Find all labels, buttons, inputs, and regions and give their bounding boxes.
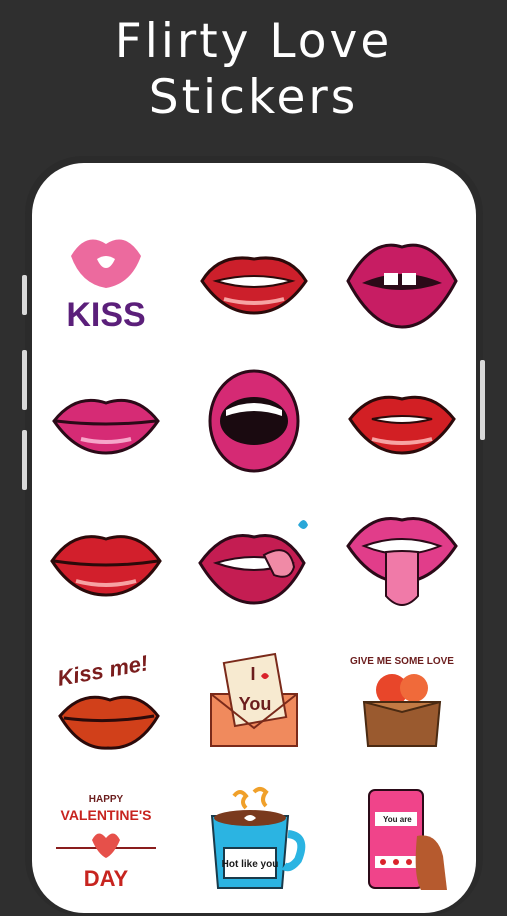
sticker-red-lips-bite[interactable]	[328, 351, 476, 491]
sticker-red-lips-closed[interactable]	[32, 491, 180, 631]
sticker-give-me-some-love[interactable]: GIVE ME SOME LOVE	[328, 631, 476, 771]
red-lips-icon	[348, 395, 456, 455]
sticker-you-are-phone[interactable]: You are	[328, 771, 476, 911]
title-line-2: Stickers	[148, 70, 359, 125]
kiss-me-icon: Kiss me!	[55, 650, 160, 750]
tongue-out-icon	[346, 517, 458, 606]
valentines-text-bottom: DAY	[84, 866, 129, 891]
title-line-1: Flirty Love	[114, 14, 393, 69]
phone-power-button	[480, 360, 485, 440]
gift-box-icon: GIVE ME SOME LOVE	[350, 656, 454, 747]
sticker-grid: KISS Kiss me! I You GIVE ME SOME LOVE HA…	[32, 163, 476, 913]
phone-message-text: You are	[383, 815, 412, 824]
red-lips-icon	[50, 535, 162, 597]
sticker-pink-lips-closed[interactable]	[32, 351, 180, 491]
red-lips-icon	[200, 256, 308, 315]
sticker-hot-like-you[interactable]: Hot like you	[180, 771, 328, 911]
sticker-red-lips-smile[interactable]	[180, 211, 328, 351]
phone-side-button	[22, 430, 27, 490]
kiss-me-text: Kiss me!	[55, 650, 150, 691]
valentines-icon: HAPPY VALENTINE'S DAY	[56, 794, 156, 891]
sticker-kiss-me[interactable]: Kiss me!	[32, 631, 180, 771]
give-me-text: GIVE ME SOME LOVE	[350, 656, 454, 667]
sticker-i-love-you[interactable]: I You	[180, 631, 328, 771]
kiss-logo-text: KISS	[66, 296, 145, 334]
love-letter-icon: I You	[210, 652, 298, 747]
pink-lips-icon	[346, 243, 458, 329]
sticker-lips-lick[interactable]	[180, 491, 328, 631]
phone-screen: KISS Kiss me! I You GIVE ME SOME LOVE HA…	[32, 163, 476, 913]
coffee-mug-icon: Hot like you	[210, 787, 306, 889]
mug-text: Hot like you	[222, 859, 279, 870]
licking-lips-icon	[198, 520, 308, 605]
letter-text-top: I	[250, 664, 255, 684]
page-title: Flirty Love Stickers	[0, 14, 507, 126]
phone-side-button	[22, 275, 27, 315]
kiss-lips-icon: KISS	[66, 239, 146, 334]
phone-message-icon: You are	[368, 789, 447, 890]
phone-side-button	[22, 350, 27, 410]
pink-lips-icon	[52, 398, 160, 455]
valentines-text-top: HAPPY	[89, 794, 124, 805]
letter-text-bottom: You	[239, 694, 272, 714]
sticker-kiss-logo[interactable]: KISS	[32, 211, 180, 351]
sticker-pink-lips-teeth[interactable]	[328, 211, 476, 351]
valentines-text-mid: VALENTINE'S	[61, 807, 152, 823]
sticker-pink-lips-open[interactable]	[180, 351, 328, 491]
open-mouth-icon	[208, 369, 300, 473]
sticker-valentines-day[interactable]: HAPPY VALENTINE'S DAY	[32, 771, 180, 911]
sticker-lips-tongue-out[interactable]	[328, 491, 476, 631]
